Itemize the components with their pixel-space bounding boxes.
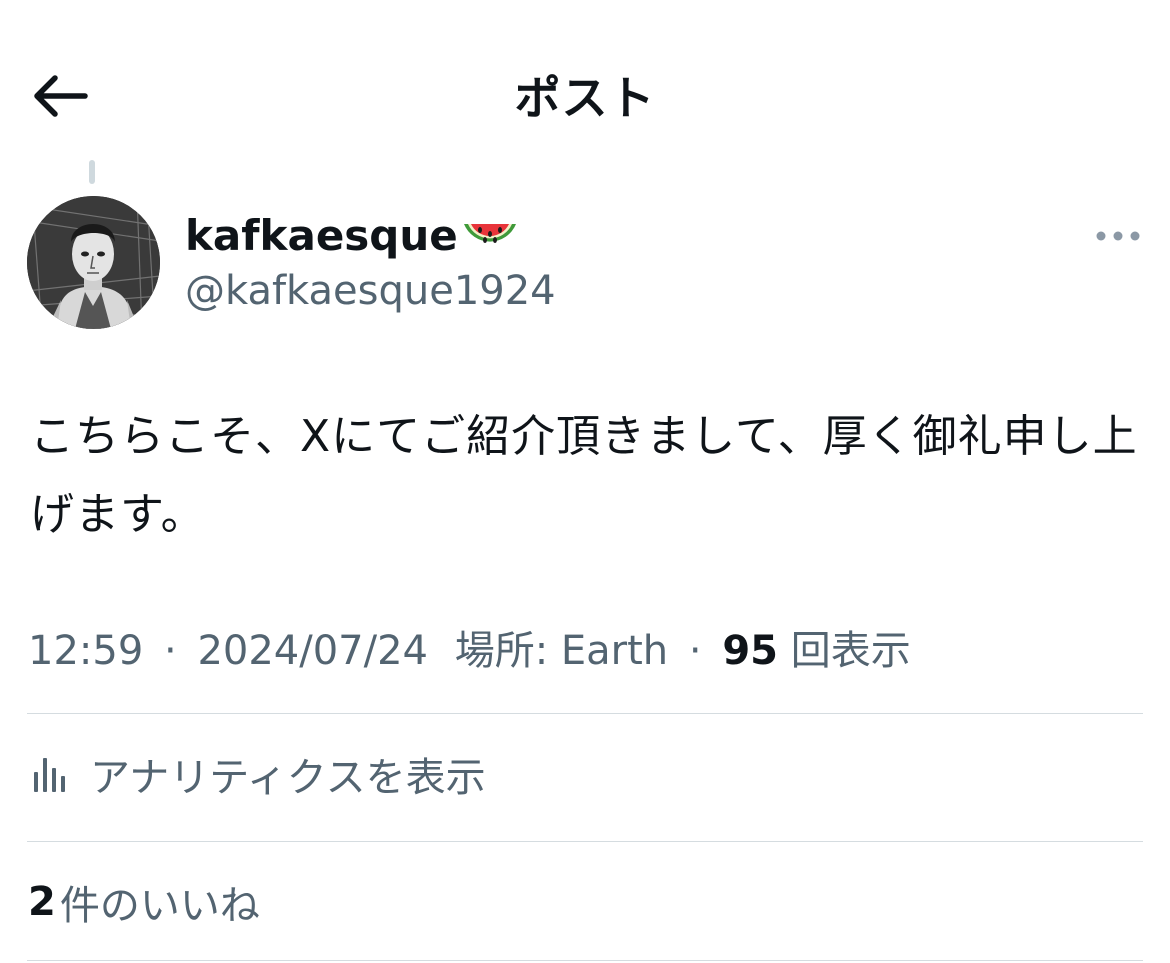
analytics-label: アナリティクスを表示 <box>90 755 486 801</box>
post-time[interactable]: 12:59 <box>28 628 143 674</box>
divider <box>27 713 1143 714</box>
likes-summary[interactable]: 2 件のいいね <box>28 870 260 934</box>
view-analytics-button[interactable]: アナリティクスを表示 <box>30 742 486 806</box>
views-count: 95 <box>722 628 778 674</box>
post-text: こちらこそ、Xにてご紹介頂きまして、厚く御礼申し上げます。 <box>30 411 1138 540</box>
meta-separator: · <box>164 628 177 674</box>
thread-connector-line <box>89 160 95 184</box>
more-options-button[interactable] <box>1090 218 1146 254</box>
divider <box>27 841 1143 842</box>
author-display-name[interactable]: kafkaesque <box>185 208 520 264</box>
meta-separator: · <box>688 628 702 674</box>
top-nav-bar: ポスト <box>0 40 1170 150</box>
author-name-text: kafkaesque <box>185 211 458 260</box>
views-label: 回表示 <box>790 628 911 674</box>
author-handle[interactable]: @kafkaesque1924 <box>185 264 556 318</box>
likes-count: 2 <box>28 879 56 925</box>
watermelon-icon <box>460 214 520 258</box>
post-location: 場所: Earth <box>454 628 669 674</box>
avatar[interactable] <box>27 196 160 329</box>
post-metadata: 12:59 · 2024/07/24 場所: Earth · 95 回表示 <box>28 622 911 680</box>
post-date[interactable]: 2024/07/24 <box>197 628 428 674</box>
page-title: ポスト <box>514 71 656 125</box>
avatar-image <box>27 196 160 329</box>
more-dots-icon <box>1096 231 1140 241</box>
analytics-bar-chart-icon <box>30 754 70 794</box>
likes-label: 件のいいね <box>59 883 260 929</box>
divider <box>27 960 1143 961</box>
